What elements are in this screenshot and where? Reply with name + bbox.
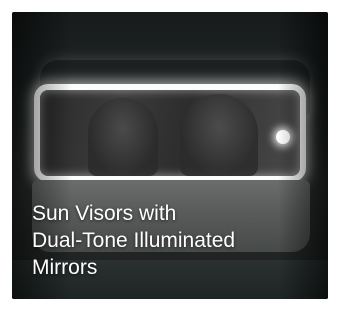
feature-card: Sun Visors with Dual-Tone Illuminated Mi… [12,12,328,299]
illuminated-mirror [34,84,306,182]
caption-line: Sun Visors with [32,202,177,225]
caption-line: Mirrors [32,256,98,279]
mirror-reflection-seat [88,98,158,176]
mirror-reflection-seat [180,94,258,176]
caption-line: Dual-Tone Illuminated [32,229,236,252]
feature-caption: Sun Visors with Dual-Tone Illuminated Mi… [32,200,322,281]
